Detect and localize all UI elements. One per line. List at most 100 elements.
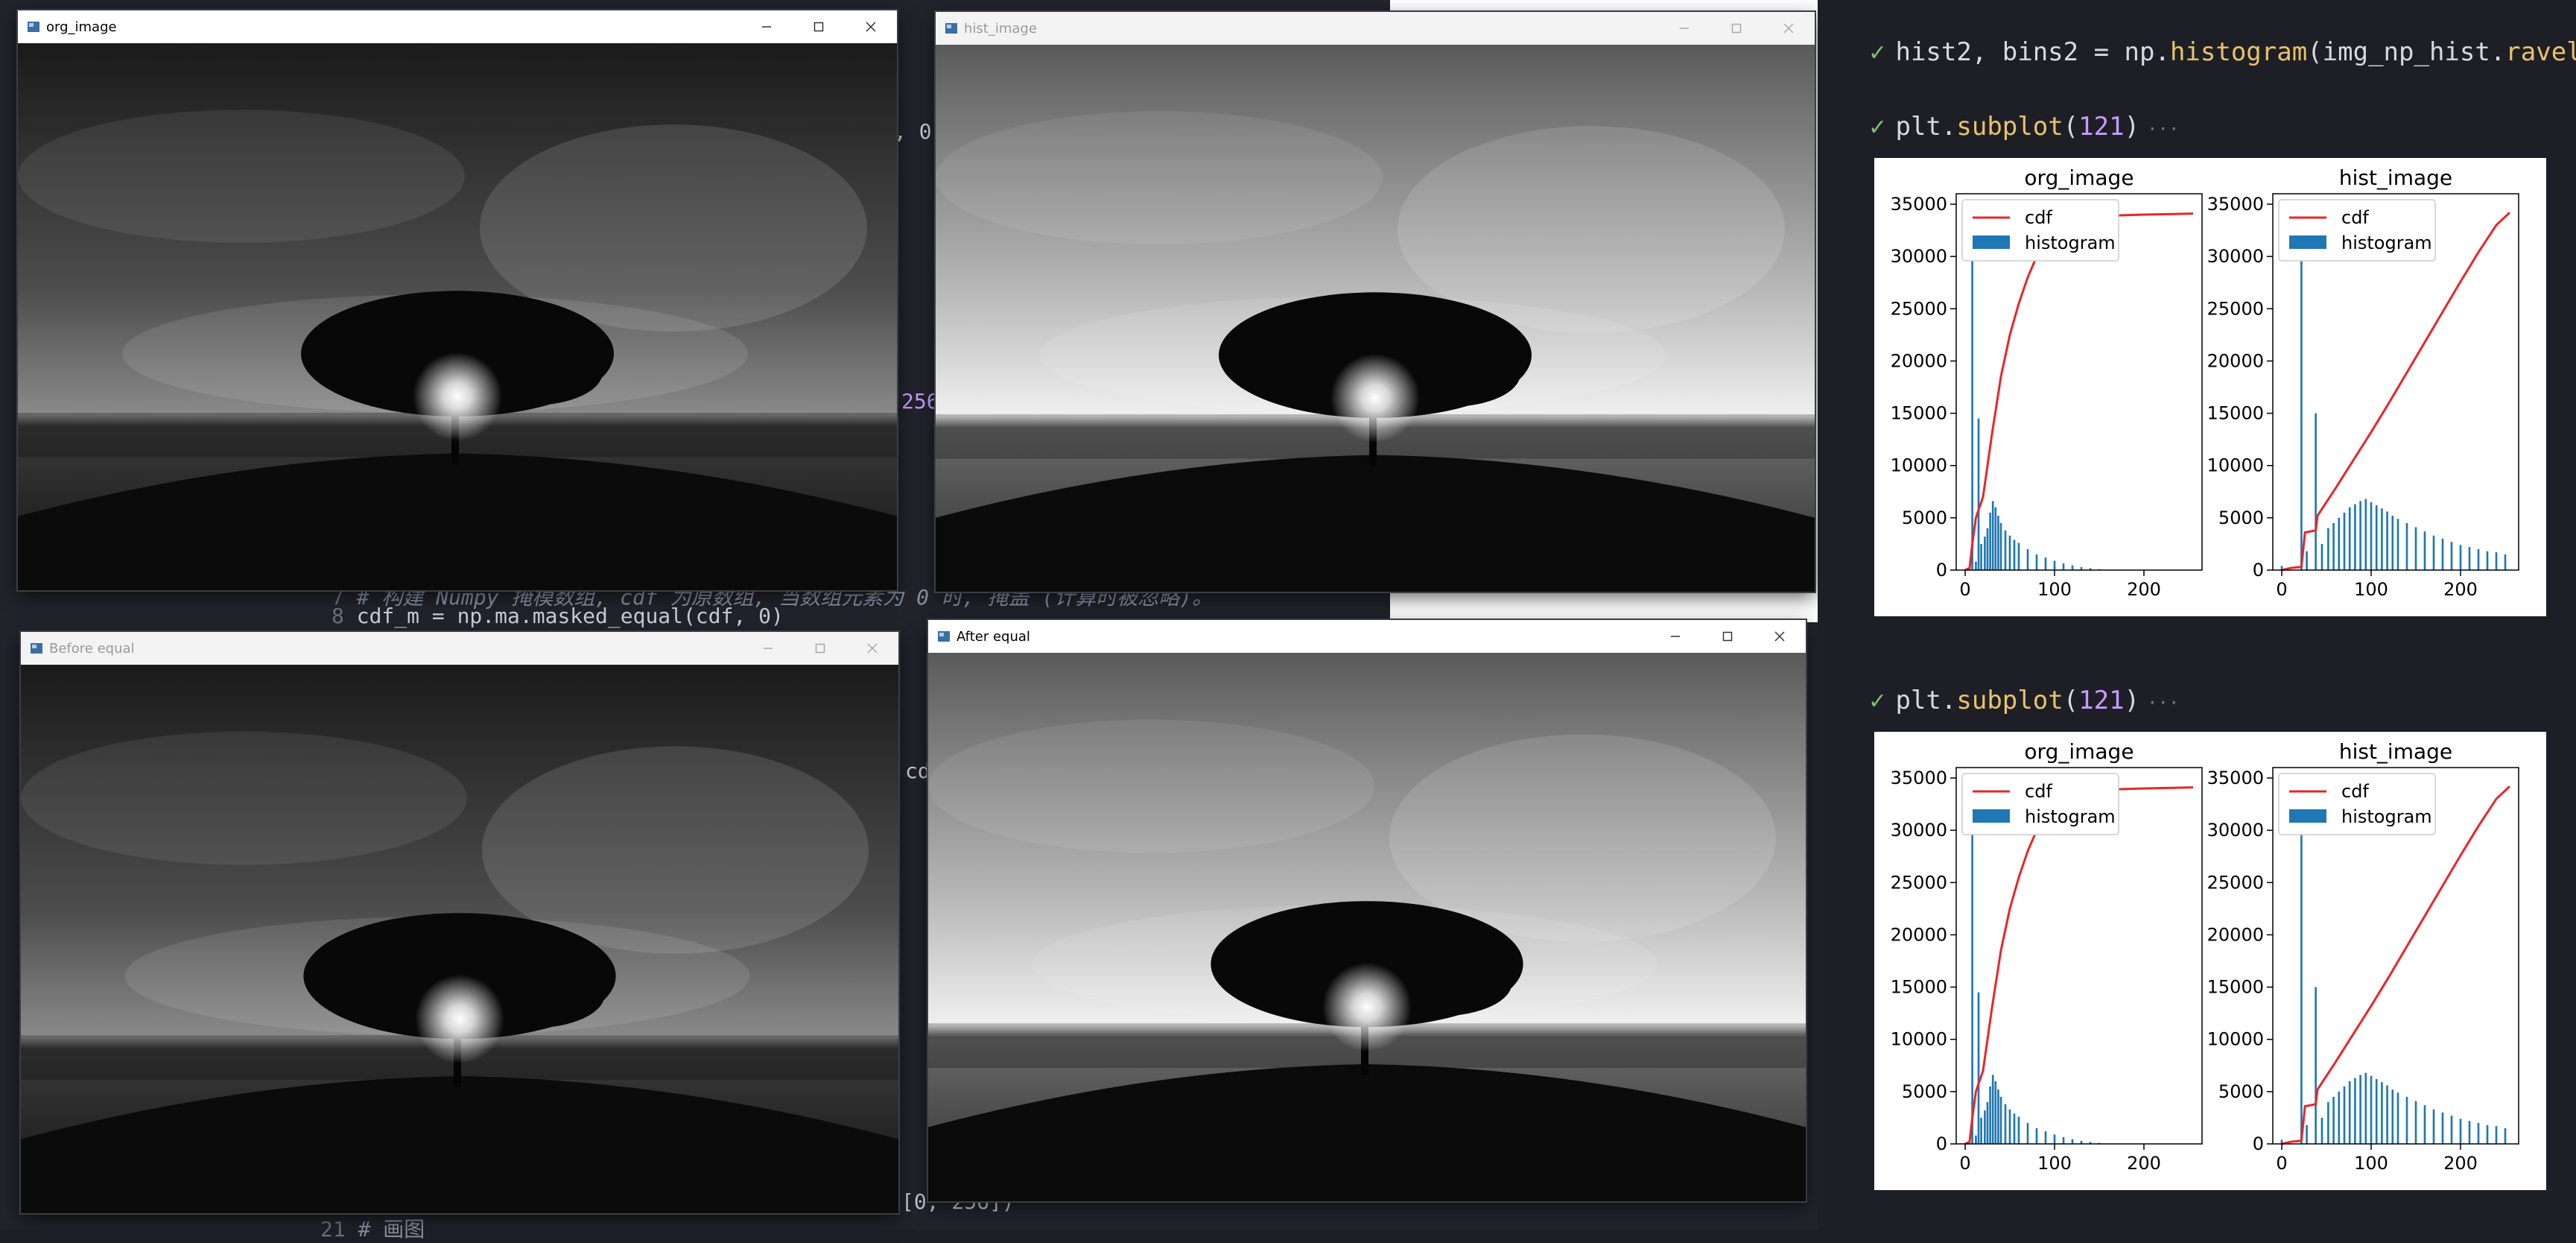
window-before-equal[interactable]: Before equal [21,632,898,1213]
close-button[interactable] [1763,12,1815,45]
legend-label: cdf [2025,207,2052,228]
histogram-bar [2306,1125,2308,1144]
histogram-bar [2320,543,2323,570]
x-tick-label: 100 [2354,579,2388,600]
window-after-equal[interactable]: After equal [928,620,1806,1201]
histogram-bar [2375,1079,2378,1144]
minimize-button[interactable] [1649,620,1701,653]
y-tick-label: 10000 [2207,1029,2264,1050]
histogram-bar [2008,1109,2011,1144]
code-token: 121 [2078,686,2125,715]
legend-label: cdf [2341,781,2369,802]
minimize-button[interactable] [742,632,794,665]
x-tick-label: 0 [1959,579,1970,600]
window-title: org_image [46,19,117,35]
minimize-button[interactable] [1658,12,1710,45]
more-icon[interactable]: ··· [2147,692,2179,713]
histogram-bar [1999,1096,2002,1144]
histogram-bar [2477,548,2480,570]
histogram-bar [2495,1126,2498,1144]
histogram-bar [1994,507,1997,570]
minimize-button[interactable] [740,10,793,43]
editor-comment-line: 21 # 画图 [320,1213,425,1243]
legend-histogram-swatch [1973,235,2010,249]
window-titlebar[interactable]: hist_image [936,12,1815,45]
histogram-bar [2062,563,2065,570]
histogram-bar [2423,1105,2426,1144]
subplot-title: org_image [2024,165,2134,190]
histogram-bar [1986,528,1989,570]
histogram-bar [2432,1109,2435,1144]
x-tick-label: 200 [2443,579,2478,600]
code-token: 121 [2078,112,2125,142]
code-token: subplot [1956,686,2063,715]
y-tick-label: 30000 [2207,246,2264,267]
code-fragment: , 0 [894,119,932,144]
code-token: hist2, bins2 = np. [1895,37,2170,67]
code-token: ravel [2505,37,2576,67]
subplot-title: org_image [2024,739,2134,764]
histogram-bar [1980,543,1982,570]
histogram-bar [2343,1086,2346,1144]
notebook-cell-header[interactable]: ✓ plt.subplot(121) ··· [1870,112,2179,142]
legend-label: histogram [2025,233,2116,253]
histogram-bar [2348,507,2351,570]
window-titlebar[interactable]: After equal [928,620,1806,653]
maximize-button[interactable] [794,632,846,665]
legend-histogram-swatch [2289,809,2326,823]
histogram-bar [2450,542,2453,570]
legend-label: histogram [2341,806,2432,827]
window-org-image[interactable]: org_image [18,10,897,590]
histogram-bar [2008,535,2011,570]
more-icon[interactable]: ··· [2147,118,2179,139]
code-token: subplot [1956,112,2063,142]
histogram-bar [2450,1116,2453,1144]
y-tick-label: 35000 [2207,194,2264,215]
y-tick-label: 15000 [1891,403,1947,424]
check-icon: ✓ [1870,37,1885,67]
histogram-bar [2026,548,2029,570]
window-hist-image[interactable]: hist_image [936,12,1815,592]
y-tick-label: 35000 [2207,768,2264,788]
histogram-bar [2364,1072,2367,1144]
histogram-bar [2359,501,2361,570]
x-tick-label: 200 [2443,1153,2478,1174]
histogram-figure: org_image0500010000150002000025000300003… [1891,165,2519,600]
histogram-bar [2071,1139,2074,1144]
histogram-bar [2004,1104,2007,1144]
histogram-bar [2332,1096,2335,1144]
window-titlebar[interactable]: Before equal [21,632,898,665]
code-text: cdf_m = np.ma.masked_equal(cdf, 0) [356,604,784,628]
maximize-button[interactable] [793,10,845,43]
plot-output: org_image 0 5000 10000 15000 20000 25000 30000 3… [1874,732,2546,1190]
maximize-button[interactable] [1710,12,1763,45]
histogram-bar [2381,508,2383,570]
histogram-bar [1977,418,1980,570]
histogram-bar [2386,1085,2388,1144]
close-button[interactable] [1754,620,1806,653]
histogram-bar [2354,1078,2356,1144]
y-tick-label: 30000 [1891,246,1947,267]
histogram-bar [2414,1101,2417,1144]
histogram-bar [2338,517,2341,570]
y-tick-label: 5000 [2218,507,2264,528]
notebook-cell-header[interactable]: ✓ hist2, bins2 = np.histogram(img_np_hist… [1870,37,2576,67]
notebook-cell-header[interactable]: ✓ plt.subplot(121) ··· [1870,686,2179,715]
histogram-bar [2044,1131,2047,1144]
y-tick-label: 35000 [1891,768,1947,788]
histogram-bar [2071,565,2074,570]
histogram-bar [2026,1122,2029,1144]
close-button[interactable] [845,10,897,43]
x-tick-label: 0 [1959,1153,1970,1174]
histogram-bar [2013,540,2016,570]
y-tick-label: 0 [2253,1133,2264,1154]
window-title: Before equal [49,640,135,657]
code-token: histogram [2169,37,2308,67]
maximize-button[interactable] [1701,620,1754,653]
close-icon [1783,23,1794,34]
image-display [18,43,897,590]
editor-code-line: 8 cdf_m = np.ma.masked_equal(cdf, 0) [331,604,784,628]
close-button[interactable] [846,632,898,665]
window-titlebar[interactable]: org_image [18,10,897,43]
histogram-bar [2327,528,2329,570]
